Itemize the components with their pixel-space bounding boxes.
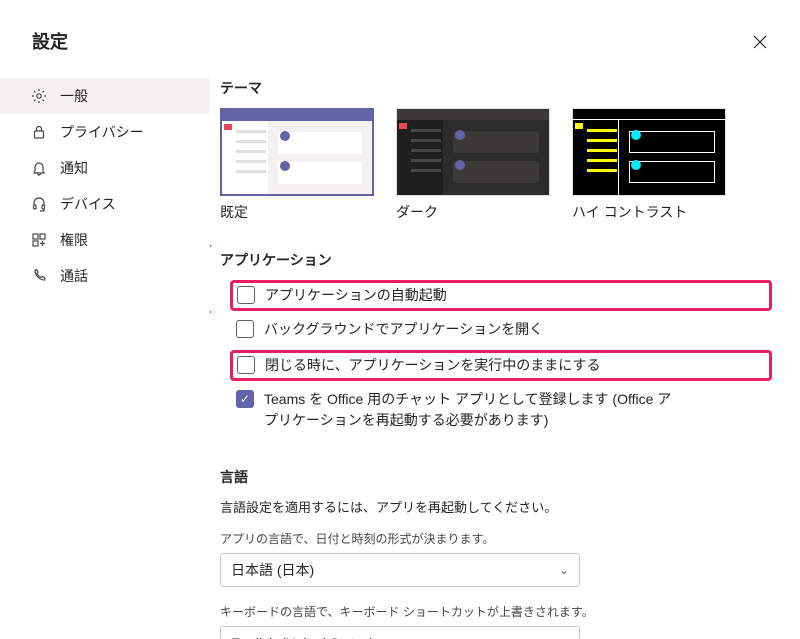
- annotation-arrow: [210, 298, 214, 326]
- sidebar-item-permissions[interactable]: 権限: [0, 222, 210, 258]
- annotation-arrow: [210, 232, 214, 260]
- option-label: バックグラウンドでアプリケーションを開く: [264, 319, 543, 340]
- sidebar-item-notifications[interactable]: 通知: [0, 150, 210, 186]
- theme-label: ダーク: [396, 202, 550, 222]
- checkbox-unchecked-icon[interactable]: [237, 356, 255, 374]
- close-button[interactable]: [748, 30, 772, 54]
- theme-label: 既定: [220, 202, 374, 222]
- sidebar-item-label: 通知: [60, 158, 88, 178]
- bell-icon: [30, 159, 48, 177]
- app-language-select[interactable]: 日本語 (日本) ⌄: [220, 553, 580, 587]
- checkbox-unchecked-icon[interactable]: [236, 320, 254, 338]
- sidebar-item-label: プライバシー: [60, 122, 144, 142]
- sidebar-item-devices[interactable]: デバイス: [0, 186, 210, 222]
- theme-picker: 既定 ダーク ハイ コントラスト: [220, 108, 772, 222]
- option-label: アプリケーションの自動起動: [265, 285, 447, 306]
- sidebar-item-calls[interactable]: 通話: [0, 258, 210, 294]
- phone-icon: [30, 267, 48, 285]
- theme-label: ハイ コントラスト: [572, 202, 726, 222]
- keyboard-language-select[interactable]: English (United States) ⌄: [220, 626, 580, 639]
- lock-icon: [30, 123, 48, 141]
- theme-option-high-contrast[interactable]: ハイ コントラスト: [572, 108, 726, 222]
- headset-icon: [30, 195, 48, 213]
- option-keep-running-on-close[interactable]: 閉じる時に、アプリケーションを実行中のままにする: [230, 350, 772, 381]
- theme-heading: テーマ: [220, 78, 772, 98]
- checkbox-unchecked-icon[interactable]: [237, 286, 255, 304]
- option-label: Teams を Office 用のチャット アプリとして登録します (Offic…: [264, 389, 684, 431]
- settings-sidebar: 一般 プライバシー 通知 デバイス 権限: [0, 72, 210, 639]
- checkbox-checked-icon[interactable]: ✓: [236, 390, 254, 408]
- sidebar-item-label: 権限: [60, 230, 88, 250]
- sidebar-item-general[interactable]: 一般: [0, 78, 210, 114]
- sidebar-item-label: 通話: [60, 266, 88, 286]
- sidebar-item-label: デバイス: [60, 194, 116, 214]
- application-heading: アプリケーション: [220, 250, 772, 270]
- sidebar-item-label: 一般: [60, 86, 88, 106]
- close-icon: [753, 35, 767, 49]
- language-heading: 言語: [220, 467, 772, 487]
- option-register-as-chat-app[interactable]: ✓ Teams を Office 用のチャット アプリとして登録します (Off…: [230, 385, 772, 435]
- option-auto-start[interactable]: アプリケーションの自動起動: [230, 280, 772, 311]
- app-language-note: アプリの言語で、日付と時刻の形式が決まります。: [220, 530, 772, 547]
- theme-option-default[interactable]: 既定: [220, 108, 374, 222]
- theme-thumb-default: [220, 108, 374, 196]
- select-value: 日本語 (日本): [231, 560, 314, 580]
- option-open-in-background[interactable]: バックグラウンドでアプリケーションを開く: [230, 315, 772, 344]
- theme-thumb-dark: [396, 108, 550, 196]
- theme-option-dark[interactable]: ダーク: [396, 108, 550, 222]
- gear-icon: [30, 87, 48, 105]
- select-value: English (United States): [231, 635, 374, 639]
- chevron-down-icon: ⌄: [559, 563, 569, 577]
- page-title: 設定: [0, 0, 800, 72]
- sidebar-item-privacy[interactable]: プライバシー: [0, 114, 210, 150]
- theme-thumb-high-contrast: [572, 108, 726, 196]
- app-icon: [30, 231, 48, 249]
- language-restart-note: 言語設定を適用するには、アプリを再起動してください。: [220, 497, 772, 516]
- keyboard-language-note: キーボードの言語で、キーボード ショートカットが上書きされます。: [220, 603, 772, 620]
- option-label: 閉じる時に、アプリケーションを実行中のままにする: [265, 355, 600, 376]
